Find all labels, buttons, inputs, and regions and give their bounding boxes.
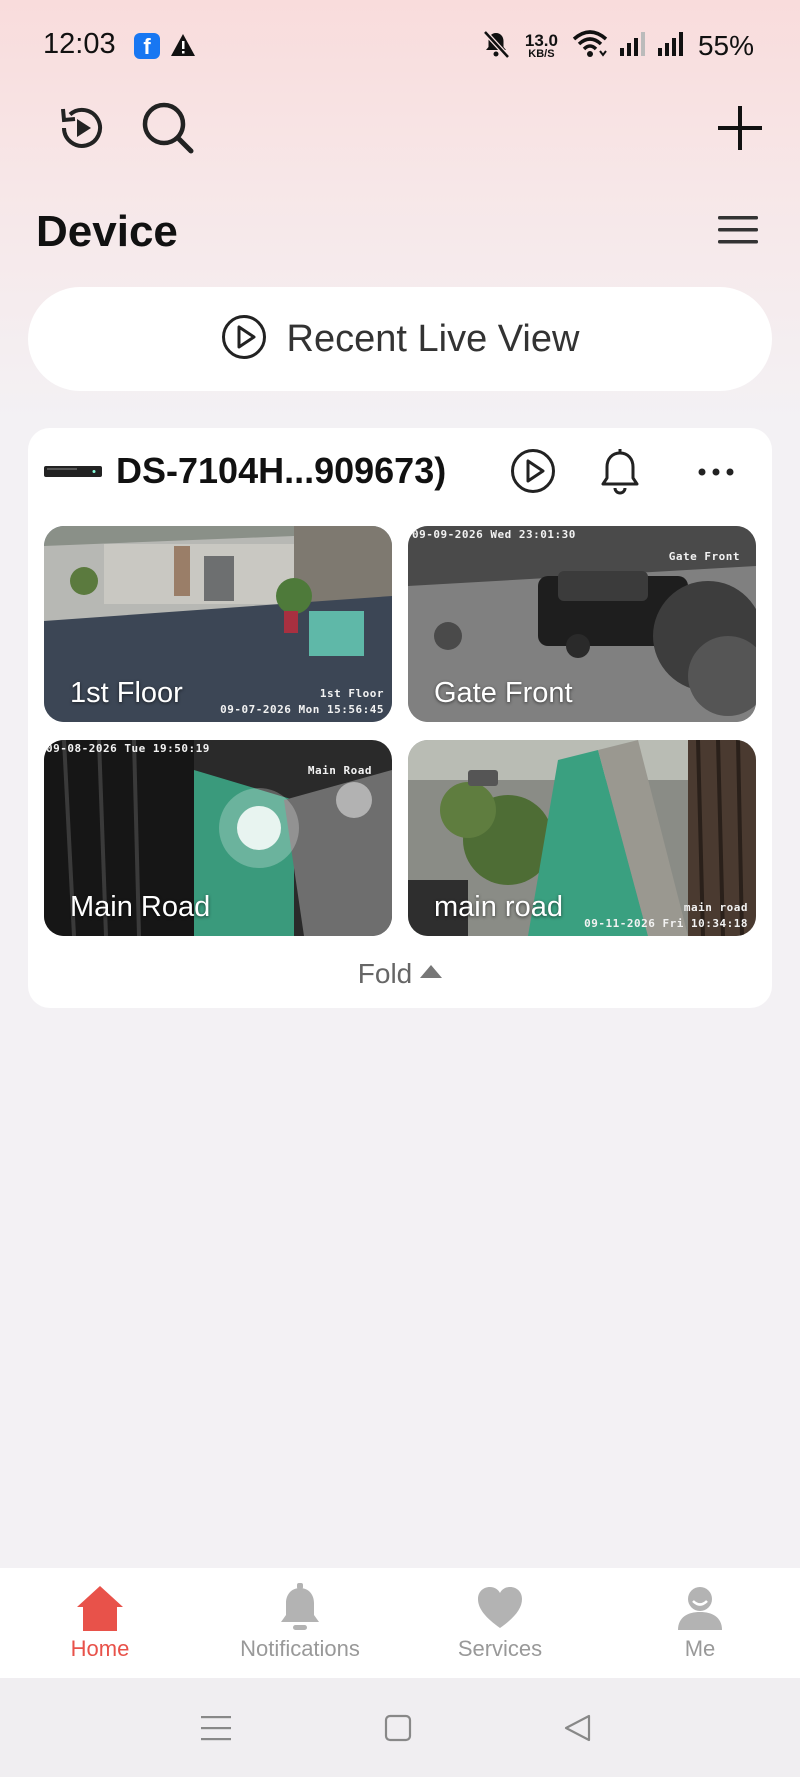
- search-icon: [140, 100, 196, 161]
- system-navigation-bar: [0, 1678, 800, 1777]
- status-bar: 12:03 f 13.0 KB/S 55%: [0, 0, 800, 90]
- wifi-icon: [572, 29, 608, 64]
- heart-icon: [476, 1582, 524, 1634]
- dvr-device-icon: [44, 464, 102, 485]
- osd-camera-name: Main Road: [307, 764, 372, 777]
- osd-timestamp: 09-11-2026 Fri 10:34:18: [584, 917, 748, 930]
- nav-notifications[interactable]: Notifications: [200, 1568, 400, 1678]
- history-playback-button[interactable]: [52, 100, 112, 160]
- bell-icon: [277, 1582, 323, 1634]
- osd-camera-name: main road: [683, 901, 748, 914]
- fold-toggle[interactable]: Fold: [28, 958, 772, 990]
- device-alarm-bell-icon[interactable]: [597, 448, 643, 501]
- recent-live-view-button[interactable]: Recent Live View: [28, 287, 772, 391]
- nav-notifications-label: Notifications: [240, 1636, 360, 1661]
- camera-label: 1st Floor: [70, 677, 183, 709]
- osd-camera-name: 1st Floor: [319, 687, 384, 700]
- history-icon: [54, 100, 110, 161]
- back-triangle-icon[interactable]: [563, 1713, 593, 1748]
- camera-thumbnail-main-road[interactable]: 09-08-2026 Tue 19:50:19 Main Road Main R…: [44, 740, 392, 936]
- camera-label: Main Road: [70, 891, 211, 923]
- page-title: Device: [36, 207, 178, 256]
- plus-icon: [715, 103, 765, 158]
- bottom-nav: Home Notifications Services Me: [0, 1568, 800, 1678]
- play-circle-icon: [221, 314, 267, 365]
- status-right: 13.0 KB/S 55%: [481, 28, 754, 64]
- battery-level: 55%: [697, 30, 754, 61]
- signal-icon-1: [618, 30, 646, 63]
- osd-timestamp: 09-09-2026 Wed 23:01:30: [412, 528, 576, 541]
- device-live-view-button[interactable]: [510, 448, 556, 499]
- osd-camera-name: Gate Front: [668, 550, 740, 563]
- camera-label: Gate Front: [434, 677, 573, 709]
- add-device-button[interactable]: [710, 100, 770, 160]
- osd-timestamp: 09-08-2026 Tue 19:50:19: [46, 742, 210, 755]
- nav-services[interactable]: Services: [400, 1568, 600, 1678]
- search-button[interactable]: [138, 100, 198, 160]
- nav-home-label: Home: [70, 1636, 130, 1661]
- recents-menu-icon[interactable]: [201, 1714, 231, 1747]
- nav-services-label: Services: [457, 1636, 543, 1661]
- signal-icon-2: [656, 30, 684, 63]
- network-speed: 13.0 KB/S: [525, 32, 558, 60]
- camera-thumbnail-main-road-2[interactable]: main road 09-11-2026 Fri 10:34:18 main r…: [408, 740, 756, 936]
- facebook-notification-icon: f: [134, 33, 160, 59]
- user-icon: [676, 1582, 724, 1634]
- device-card: DS-7104H...909673) 1st Floor 09-07-2026 …: [28, 428, 772, 1008]
- status-time: 12:03: [43, 28, 116, 60]
- network-speed-unit: KB/S: [528, 48, 555, 60]
- network-speed-value: 13.0: [524, 31, 558, 50]
- device-name: DS-7104H...909673): [116, 450, 447, 491]
- caret-up-icon: [420, 965, 443, 979]
- mute-bell-icon: [481, 29, 511, 64]
- warning-icon: [170, 33, 196, 62]
- camera-label: main road: [434, 891, 563, 923]
- more-options-icon[interactable]: [696, 452, 736, 497]
- device-header[interactable]: DS-7104H...909673): [28, 428, 772, 518]
- camera-thumbnail-1st-floor[interactable]: 1st Floor 09-07-2026 Mon 15:56:45 1st Fl…: [44, 526, 392, 722]
- menu-icon: [717, 214, 759, 251]
- recent-live-view-label: Recent Live View: [286, 317, 580, 360]
- nav-home[interactable]: Home: [0, 1568, 200, 1678]
- nav-me-label: Me: [684, 1636, 716, 1661]
- fold-label: Fold: [357, 958, 413, 989]
- home-square-icon[interactable]: [384, 1714, 412, 1747]
- device-list-menu-button[interactable]: [714, 210, 762, 254]
- osd-timestamp: 09-07-2026 Mon 15:56:45: [220, 703, 384, 716]
- nav-me[interactable]: Me: [600, 1568, 800, 1678]
- camera-thumbnail-gate-front[interactable]: 09-09-2026 Wed 23:01:30 Gate Front Gate …: [408, 526, 756, 722]
- home-icon: [75, 1582, 125, 1634]
